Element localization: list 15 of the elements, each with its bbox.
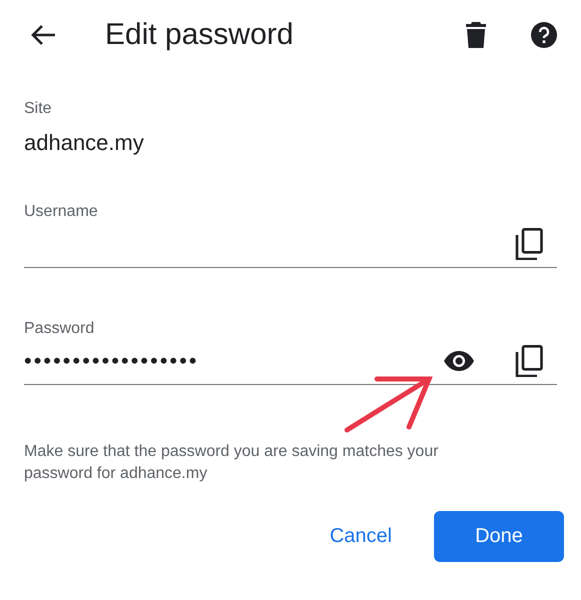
password-field[interactable]: •••••••••••••••••• (24, 338, 557, 385)
copy-icon[interactable] (515, 345, 543, 377)
eye-icon[interactable] (443, 351, 475, 371)
window-title: Edit password (105, 18, 294, 52)
copy-icon[interactable] (515, 228, 543, 260)
site-label: Site (24, 100, 53, 118)
delete-icon[interactable] (466, 22, 486, 48)
back-arrow-icon[interactable] (30, 24, 56, 46)
done-button[interactable]: Done (434, 511, 564, 562)
help-icon[interactable] (531, 22, 557, 48)
site-value: adhance.my (24, 130, 145, 156)
cancel-button[interactable]: Cancel (310, 513, 412, 560)
field-label: Username (24, 203, 99, 221)
note-text: Make sure that the password you are saving matches your password for adhance.my (24, 442, 440, 484)
field-label: Password (24, 320, 96, 338)
